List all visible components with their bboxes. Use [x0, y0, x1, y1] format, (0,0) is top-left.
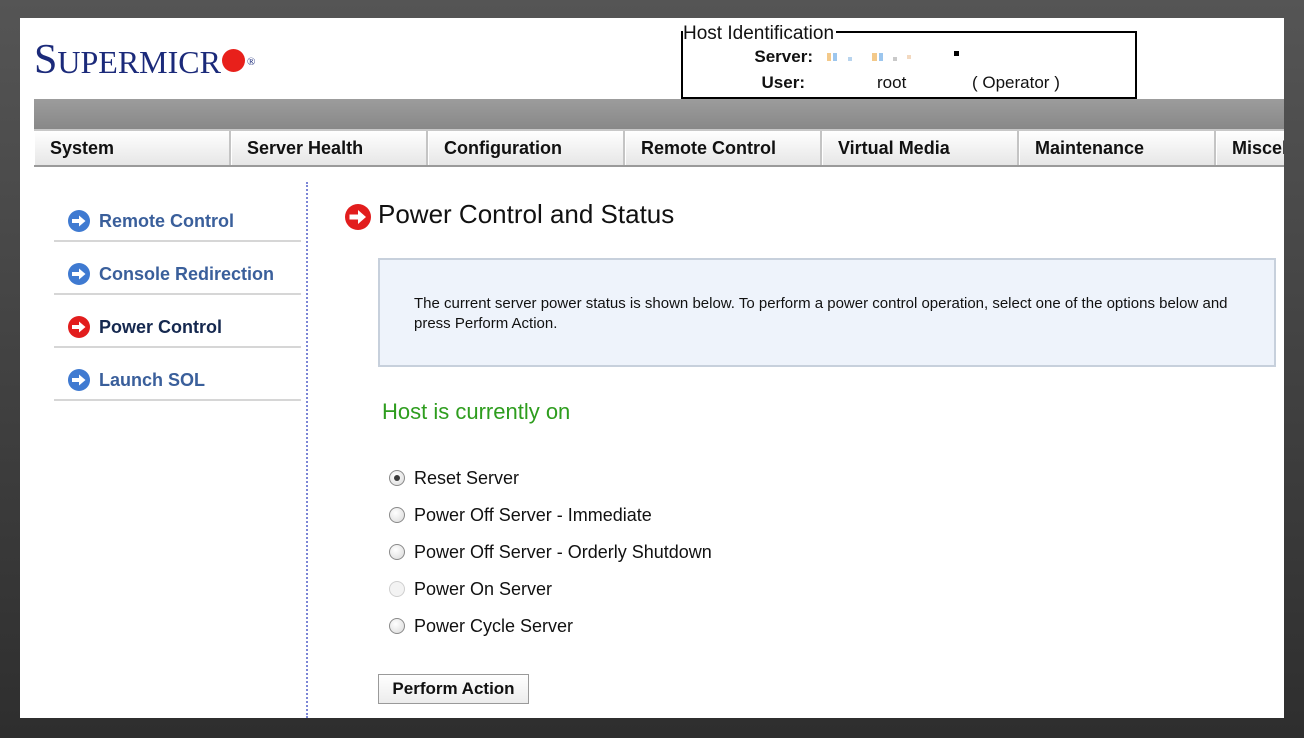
radio-label: Power Cycle Server	[414, 616, 574, 636]
sidebar-item-console-redirection[interactable]: Console Redirection	[54, 242, 301, 295]
power-status-text: Host is currently on	[382, 399, 571, 424]
page: SUPERMICR® Host Identification Server:	[20, 18, 1284, 718]
arrow-right-blue-icon	[68, 263, 90, 285]
radio-label: Power Off Server - Orderly Shutdown	[414, 542, 712, 562]
sidebar-item-label: Power Control	[99, 317, 223, 337]
arrow-right-red-icon	[68, 316, 90, 338]
user-role: ( Operator )	[972, 73, 1060, 92]
tab-server-health[interactable]: Server Health	[231, 131, 428, 165]
radio-label: Power On Server	[414, 579, 553, 599]
info-text: The current server power status is shown…	[414, 295, 1228, 332]
supermicro-logo: SUPERMICR ®	[34, 37, 256, 83]
sidebar-item-power-control[interactable]: Power Control	[54, 295, 301, 348]
logo-red-dot	[221, 49, 245, 73]
arrow-right-red-icon	[345, 204, 371, 230]
arrow-right-blue-icon	[68, 210, 90, 232]
radio-power-off-immediate[interactable]	[389, 507, 405, 523]
radio-power-off-orderly[interactable]	[389, 544, 405, 560]
host-identification-legend: Host Identification	[683, 23, 837, 44]
radio-power-on	[389, 581, 405, 597]
tab-virtual-media[interactable]: Virtual Media	[822, 131, 1019, 165]
header-bar	[34, 99, 1284, 129]
sidebar-item-launch-sol[interactable]: Launch SOL	[54, 348, 301, 401]
radio-label: Power Off Server - Immediate	[414, 505, 652, 525]
radio-label: Reset Server	[414, 468, 520, 488]
tab-configuration[interactable]: Configuration	[428, 131, 625, 165]
user-value: root	[877, 73, 907, 92]
tab-system[interactable]: System	[34, 131, 231, 165]
sidebar: Remote Control Console Redirection Power…	[54, 189, 301, 401]
sidebar-item-label: Launch SOL	[99, 370, 206, 390]
sidebar-item-remote-control[interactable]: Remote Control	[54, 189, 301, 242]
sidebar-item-label: Console Redirection	[99, 264, 275, 284]
perform-action-button[interactable]: Perform Action	[378, 674, 529, 704]
server-label: Server:	[754, 47, 813, 66]
window-frame: SUPERMICR® Host Identification Server:	[0, 0, 1304, 738]
tab-maintenance[interactable]: Maintenance	[1019, 131, 1216, 165]
arrow-right-blue-icon	[68, 369, 90, 391]
tab-miscellaneous[interactable]: Miscellaneous	[1216, 131, 1284, 165]
page-title: Power Control and Status	[378, 199, 675, 229]
radio-power-cycle[interactable]	[389, 618, 405, 634]
user-label: User:	[761, 73, 805, 92]
tab-remote-control[interactable]: Remote Control	[625, 131, 822, 165]
info-box: The current server power status is shown…	[378, 258, 1276, 367]
sidebar-divider	[306, 182, 308, 718]
sidebar-item-label: Remote Control	[99, 211, 234, 231]
radio-reset-server[interactable]	[389, 470, 405, 486]
host-identification-box: Host Identification Server: User: root (…	[681, 24, 1137, 99]
main-nav: System Server Health Configuration Remot…	[34, 129, 1284, 167]
